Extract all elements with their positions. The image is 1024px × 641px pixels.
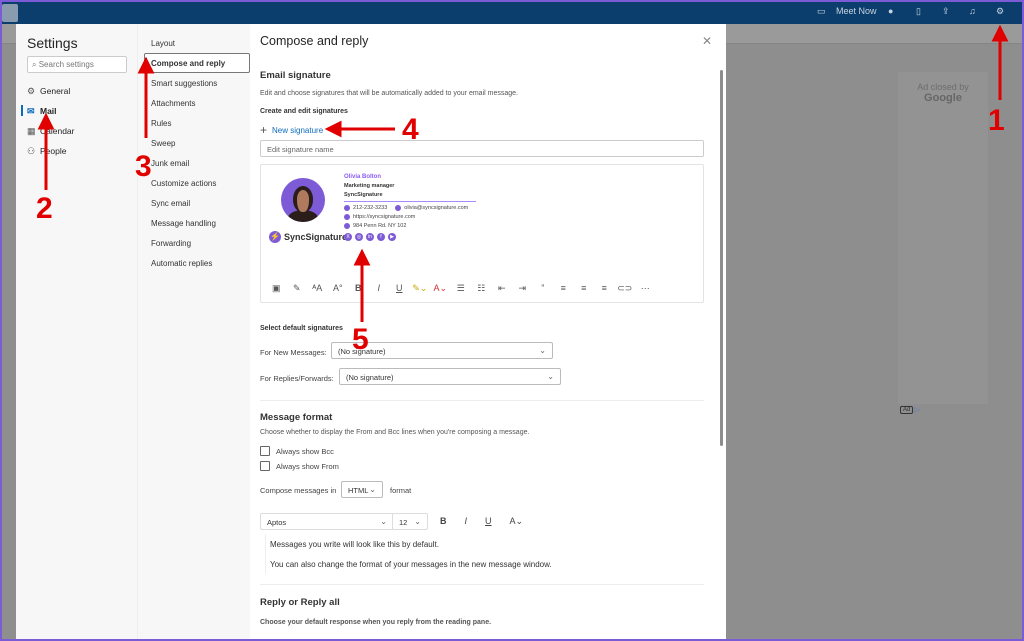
annotation-arrows [37, 24, 1009, 322]
annotation-4: 4 [402, 113, 419, 146]
annotation-3: 3 [135, 150, 152, 183]
annotation-2: 2 [36, 192, 53, 225]
annotation-5: 5 [352, 323, 369, 356]
annotation-1: 1 [988, 104, 1005, 137]
